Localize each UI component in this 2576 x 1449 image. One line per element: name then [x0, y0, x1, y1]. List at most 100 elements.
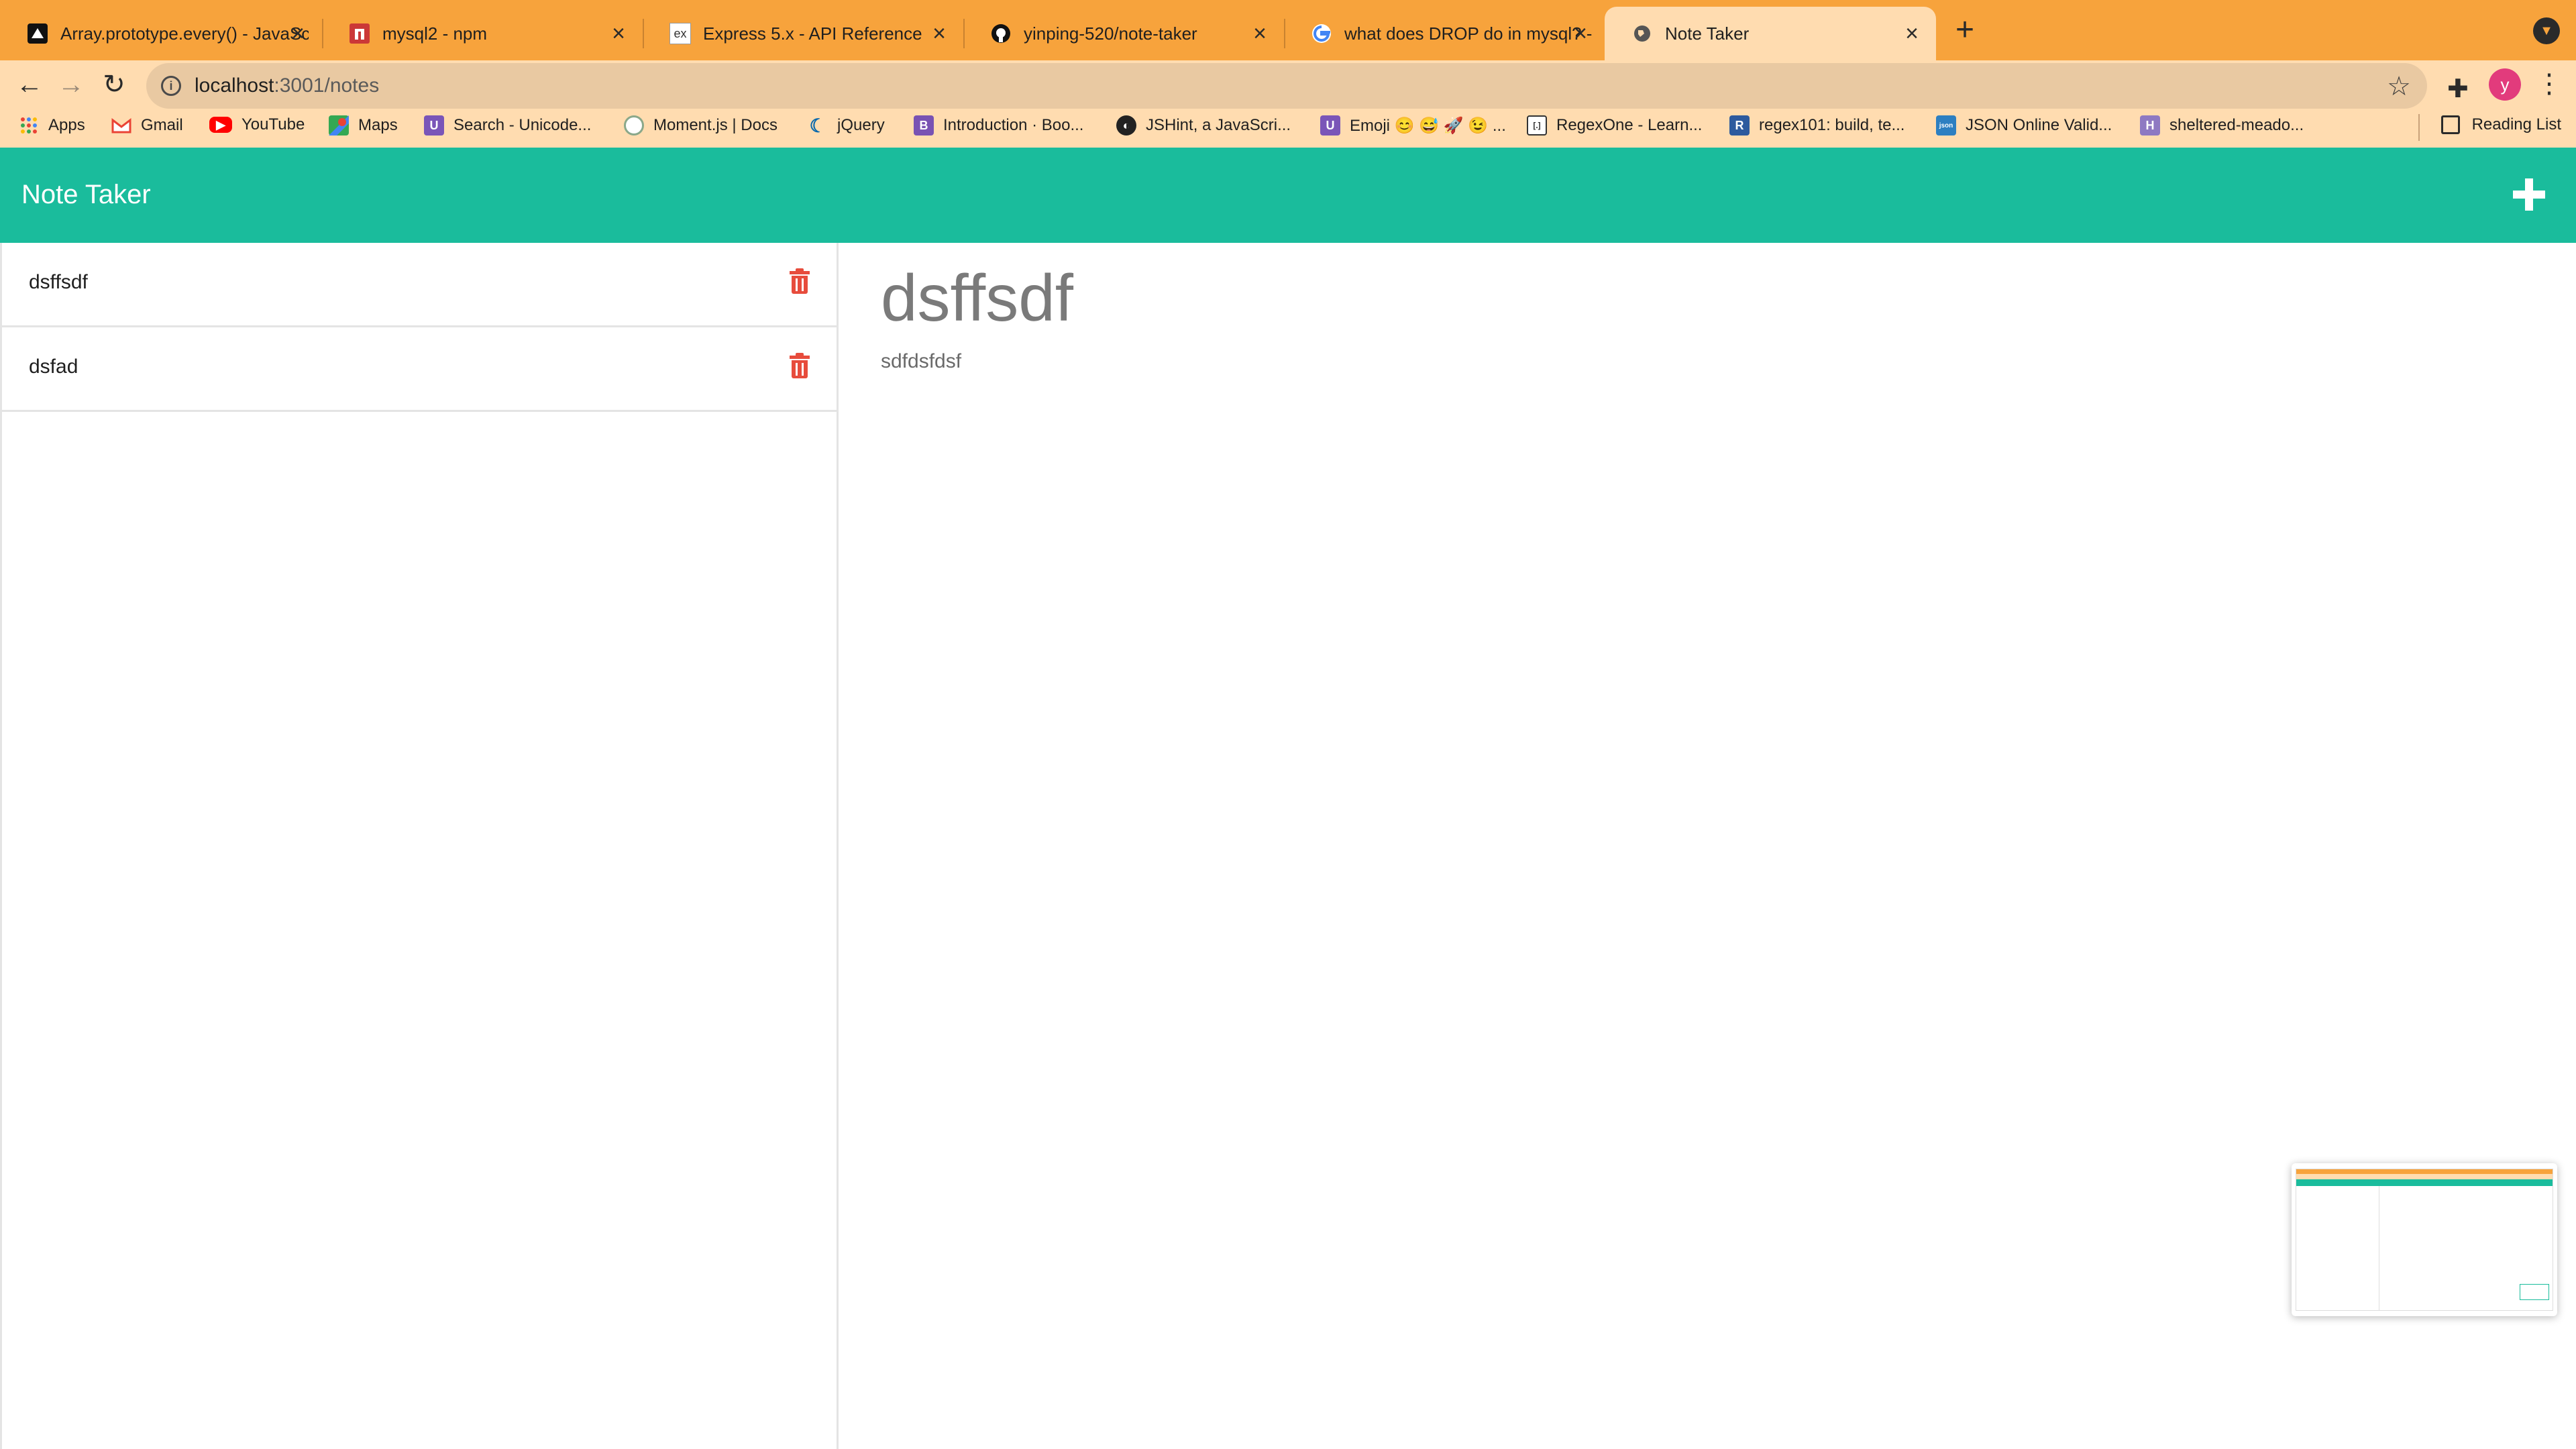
apps-grid-icon: [19, 115, 39, 136]
close-icon[interactable]: ×: [1568, 21, 1593, 46]
bookmark-regex101[interactable]: R regex101: build, te...: [1729, 115, 1904, 136]
mdn-icon: [27, 23, 48, 44]
browser-tabstrip: Array.prototype.every() - JavaScript | M…: [0, 0, 2576, 60]
note-list-title[interactable]: dsffsdf: [29, 271, 88, 294]
notes-list: dsffsdf dsfad: [0, 243, 839, 1449]
tab-title: Express 5.x - API Reference: [703, 23, 922, 44]
tab-note-taker[interactable]: Note Taker ×: [1605, 7, 1936, 60]
back-arrow-icon[interactable]: ←: [11, 66, 48, 103]
bookmark-label: Emoji 😊 😅 🚀 😉 ...: [1350, 116, 1506, 135]
trash-lid: [790, 356, 810, 359]
bookmark-jquery[interactable]: ☾ jQuery: [808, 115, 885, 136]
close-icon[interactable]: ×: [1900, 21, 1924, 46]
tab-google[interactable]: what does DROP do in mysql? - Google Sea…: [1284, 7, 1605, 60]
bookmark-gmail[interactable]: Gmail: [111, 115, 183, 136]
note-title-field[interactable]: dsffsdf: [881, 260, 1073, 336]
app-navbar: Note Taker: [0, 148, 2576, 243]
note-list-title[interactable]: dsfad: [29, 356, 78, 378]
new-tab-button[interactable]: +: [1950, 14, 1980, 46]
site-info-icon[interactable]: i: [161, 76, 181, 96]
bookmark-star-icon[interactable]: ☆: [2387, 71, 2411, 102]
close-icon[interactable]: ×: [927, 21, 951, 46]
bookmark-moment[interactable]: Moment.js | Docs: [624, 115, 777, 136]
bookmark-apps[interactable]: Apps: [19, 115, 85, 136]
bookmarks-bar: Apps Gmail ▶ YouTube Maps U Search - Uni…: [0, 107, 2576, 146]
bookmark-label: Gmail: [141, 116, 183, 134]
app-brand[interactable]: Note Taker: [21, 180, 151, 210]
address-bar[interactable]: i localhost:3001/notes ☆: [146, 63, 2427, 109]
trash-icon[interactable]: [790, 268, 810, 294]
tab-express[interactable]: ex Express 5.x - API Reference ×: [643, 7, 963, 60]
bookmark-label: RegexOne - Learn...: [1556, 116, 1703, 134]
bookmark-label: JSHint, a JavaScri...: [1146, 116, 1291, 134]
reading-list-icon: [2440, 115, 2460, 134]
close-icon[interactable]: ×: [1248, 21, 1272, 46]
bookmarks-divider: [2418, 114, 2420, 141]
bookmark-label: regex101: build, te...: [1759, 116, 1905, 134]
bookmark-label: Maps: [358, 116, 398, 134]
bookmark-emoji[interactable]: U Emoji 😊 😅 🚀 😉 ...: [1320, 115, 1506, 136]
tab-npm[interactable]: mysql2 - npm ×: [322, 7, 643, 60]
url-host: localhost: [195, 74, 274, 97]
bookmark-label: Apps: [48, 116, 85, 134]
bookmark-label: sheltered-meado...: [2169, 116, 2304, 134]
plus-icon[interactable]: [2509, 174, 2549, 215]
close-icon[interactable]: ×: [606, 21, 631, 46]
bookmark-json[interactable]: json JSON Online Valid...: [1936, 115, 2112, 136]
url-text[interactable]: localhost:3001/notes: [195, 74, 379, 97]
browser-menu-icon[interactable]: ⋮: [2536, 68, 2563, 99]
extensions-puzzle-icon[interactable]: ✚: [2447, 74, 2469, 104]
bookmark-label: YouTube: [241, 115, 305, 133]
bookmark-label: jQuery: [837, 116, 885, 134]
forward-arrow-icon[interactable]: →: [52, 66, 90, 103]
moment-icon: [624, 115, 644, 136]
maps-icon: [329, 115, 349, 136]
tab-search-icon[interactable]: ▼: [2533, 17, 2560, 44]
bookmark-label: Search - Unicode...: [453, 116, 592, 134]
emoji-icon: U: [1320, 115, 1340, 136]
list-item[interactable]: dsffsdf: [2, 243, 837, 327]
tab-github[interactable]: yinping-520/note-taker ×: [963, 7, 1284, 60]
trash-stripe: [796, 278, 798, 291]
heroku-icon: H: [2140, 115, 2160, 136]
trash-icon[interactable]: [790, 353, 810, 378]
regex101-icon: R: [1729, 115, 1750, 136]
url-path: :3001/notes: [274, 74, 380, 97]
thumbnail-frame: [2296, 1169, 2553, 1311]
reading-list-button[interactable]: Reading List: [2440, 115, 2561, 134]
bootstrap-icon: B: [914, 115, 934, 136]
bookmark-bootstrap[interactable]: B Introduction · Boo...: [914, 115, 1083, 136]
thumbnail-mini-preview: [2520, 1284, 2549, 1300]
trash-lid: [790, 271, 810, 274]
bookmark-heroku[interactable]: H sheltered-meado...: [2140, 115, 2304, 136]
note-text-field[interactable]: sdfdsfdsf: [881, 350, 961, 373]
bookmark-regexone[interactable]: [.] RegexOne - Learn...: [1527, 115, 1702, 136]
regexone-icon: [.]: [1527, 115, 1547, 136]
bookmark-unicode[interactable]: U Search - Unicode...: [424, 115, 591, 136]
tab-title: Note Taker: [1665, 23, 1750, 44]
trash-stripe: [802, 363, 804, 376]
trash-can: [792, 360, 808, 378]
express-icon: ex: [669, 23, 691, 44]
bookmark-label: Moment.js | Docs: [653, 116, 777, 134]
tab-title: Array.prototype.every() - JavaScript | M…: [60, 23, 309, 44]
google-icon: [1311, 23, 1332, 44]
tab-mdn[interactable]: Array.prototype.every() - JavaScript | M…: [0, 7, 322, 60]
bookmark-maps[interactable]: Maps: [329, 115, 398, 136]
bookmark-label: JSON Online Valid...: [1966, 116, 2112, 134]
github-icon: [990, 23, 1012, 44]
gmail-icon: [111, 115, 131, 136]
trash-stripe: [796, 363, 798, 376]
npm-icon: [349, 23, 370, 44]
list-item[interactable]: dsfad: [2, 327, 837, 412]
screenshot-thumbnail[interactable]: [2292, 1163, 2557, 1316]
bookmark-jshint[interactable]: ◐ JSHint, a JavaScri...: [1116, 115, 1291, 136]
profile-avatar[interactable]: y: [2489, 68, 2521, 101]
tab-title: yinping-520/note-taker: [1024, 23, 1197, 44]
youtube-icon: ▶: [209, 117, 232, 133]
close-icon[interactable]: ×: [286, 21, 310, 46]
unicode-icon: U: [424, 115, 444, 136]
reload-icon[interactable]: ↻: [95, 66, 133, 103]
reading-list-label: Reading List: [2471, 115, 2561, 133]
bookmark-youtube[interactable]: ▶ YouTube: [209, 115, 305, 134]
